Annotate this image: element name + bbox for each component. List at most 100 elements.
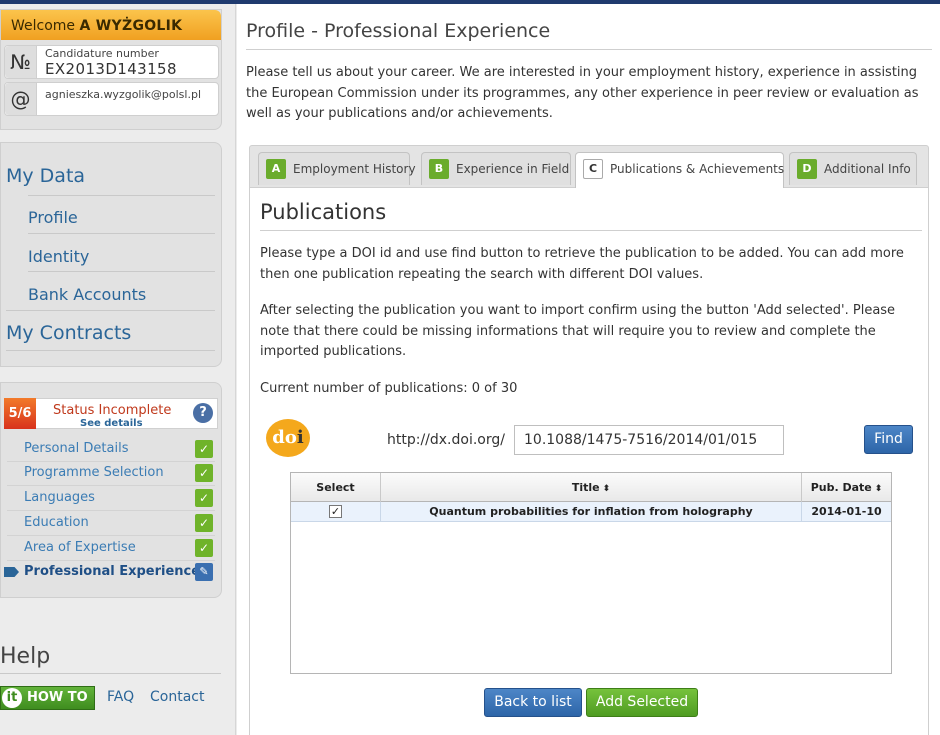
publications-divider — [260, 230, 922, 231]
step-label: Education — [24, 515, 89, 530]
publications-panel: Publications Please type a DOI id and us… — [249, 188, 929, 735]
step-programme-selection[interactable]: Programme Selection ✓ — [4, 461, 218, 485]
column-header-label: Select — [316, 481, 355, 494]
candidature-row: № Candidature number EX2013D143158 — [4, 45, 219, 79]
tabs-bar: A Employment History B Experience in Fie… — [249, 145, 929, 188]
tab-publications-achievements[interactable]: C Publications & Achievements — [575, 152, 784, 188]
publications-grid: Select Title ⬍ Pub. Date ⬍ ✓ Quantum proba… — [290, 472, 892, 674]
nav-divider — [6, 310, 215, 311]
column-header-select: Select — [291, 473, 381, 502]
publication-title-cell: Quantum probabilities for inflation from… — [381, 502, 802, 522]
sidebar: Welcome A WYŻGOLIK № Candidature number … — [0, 4, 236, 735]
publication-date-cell: 2014-01-10 — [811, 505, 882, 518]
column-header-label: Pub. Date — [810, 481, 872, 494]
sort-icon: ⬍ — [602, 484, 611, 494]
user-name: A WYŻGOLIK — [79, 18, 183, 34]
at-icon: @ — [5, 83, 37, 115]
step-area-of-expertise[interactable]: Area of Expertise ✓ — [4, 536, 218, 560]
main-content: Profile - Professional Experience Please… — [237, 4, 940, 735]
nav-divider — [28, 233, 215, 234]
step-label: Professional Experience — [24, 564, 201, 579]
tab-label: Publications & Achievements — [610, 162, 785, 176]
help-title: Help — [0, 644, 51, 669]
column-header-title[interactable]: Title ⬍ — [381, 473, 802, 502]
howto-icon: it — [2, 688, 22, 708]
grid-header: Select Title ⬍ Pub. Date ⬍ — [291, 473, 891, 502]
help-divider — [0, 673, 221, 674]
add-selected-button[interactable]: Add Selected — [586, 688, 698, 717]
email-value: agnieszka.wyzgolik@polsl.pl — [45, 88, 202, 101]
tab-letter-badge: C — [583, 159, 603, 179]
doi-logo-letter: d — [272, 427, 285, 448]
select-checkbox[interactable]: ✓ — [329, 504, 342, 518]
nav-my-contracts[interactable]: My Contracts — [6, 322, 131, 344]
candidature-number: EX2013D143158 — [45, 60, 177, 78]
title-divider — [246, 49, 932, 50]
find-button[interactable]: Find — [864, 425, 913, 454]
tab-letter-badge: D — [797, 159, 817, 179]
current-step-arrow-icon — [4, 567, 19, 577]
nav-item-identity[interactable]: Identity — [28, 247, 89, 266]
doi-logo-icon: doi — [266, 419, 310, 457]
doi-prefix: http://dx.doi.org/ — [387, 432, 505, 448]
check-icon: ✓ — [195, 464, 213, 482]
publications-title: Publications — [260, 200, 387, 224]
check-icon: ✓ — [195, 489, 213, 507]
see-details-link[interactable]: See details — [80, 418, 143, 429]
help-icon[interactable]: ? — [193, 403, 213, 423]
nav-divider — [6, 350, 215, 351]
sort-icon: ⬍ — [874, 484, 883, 494]
table-row[interactable]: ✓ Quantum probabilities for inflation fr… — [291, 502, 891, 522]
tab-letter-badge: A — [266, 159, 286, 179]
main-nav: My Data Profile Identity Bank Accounts M… — [0, 142, 222, 367]
select-cell: ✓ — [291, 502, 381, 522]
faq-link[interactable]: FAQ — [107, 689, 134, 705]
pencil-icon: ✎ — [195, 563, 213, 581]
user-info-box: Welcome A WYŻGOLIK № Candidature number … — [0, 9, 222, 130]
user-id-icon: № — [5, 46, 37, 78]
howto-label: HOW TO — [27, 690, 88, 705]
doi-logo-letter: i — [296, 427, 304, 448]
step-label: Personal Details — [24, 441, 129, 456]
publication-count: Current number of publications: 0 of 30 — [260, 381, 518, 396]
step-label: Languages — [24, 490, 95, 505]
tab-label: Additional Info — [824, 162, 911, 176]
contact-link[interactable]: Contact — [150, 689, 204, 705]
doi-input[interactable] — [514, 425, 784, 455]
step-personal-details[interactable]: Personal Details ✓ — [4, 437, 218, 461]
column-header-pub-date[interactable]: Pub. Date ⬍ — [802, 473, 891, 502]
nav-item-profile[interactable]: Profile — [28, 208, 78, 227]
step-education[interactable]: Education ✓ — [4, 511, 218, 535]
column-header-label: Title — [571, 481, 600, 494]
tab-experience-in-field[interactable]: B Experience in Field — [421, 152, 571, 185]
email-row: @ agnieszka.wyzgolik@polsl.pl — [4, 82, 219, 116]
step-languages[interactable]: Languages ✓ — [4, 486, 218, 510]
doi-logo-letter: o — [284, 427, 297, 448]
candidature-label: Candidature number — [45, 47, 159, 60]
nav-item-bank-accounts[interactable]: Bank Accounts — [28, 285, 146, 304]
intro-text: Please tell us about your career. We are… — [246, 65, 919, 121]
status-text: Status Incomplete — [53, 403, 172, 418]
nav-my-data[interactable]: My Data — [6, 165, 85, 187]
step-label: Programme Selection — [24, 465, 164, 480]
instructions-import: After selecting the publication you want… — [260, 303, 896, 359]
status-box: 5/6 Status Incomplete See details ? Pers… — [0, 382, 222, 598]
step-badge: 5/6 — [4, 398, 36, 429]
nav-divider — [28, 271, 215, 272]
tab-employment-history[interactable]: A Employment History — [258, 152, 416, 185]
check-icon: ✓ — [195, 440, 213, 458]
tab-additional-info[interactable]: D Additional Info — [789, 152, 917, 185]
step-label: Area of Expertise — [24, 540, 136, 555]
howto-button[interactable]: it HOW TO — [0, 686, 95, 710]
tab-label: Employment History — [293, 162, 416, 176]
back-to-list-button[interactable]: Back to list — [484, 688, 582, 717]
instructions-search: Please type a DOI id and use find button… — [260, 246, 904, 282]
page-title: Profile - Professional Experience — [246, 20, 551, 42]
nav-divider — [28, 195, 215, 196]
tab-label: Experience in Field — [456, 162, 570, 176]
status-header: 5/6 Status Incomplete See details ? — [4, 398, 218, 429]
tab-letter-badge: B — [429, 159, 449, 179]
welcome-bar: Welcome A WYŻGOLIK — [1, 10, 221, 40]
welcome-prefix: Welcome — [11, 18, 76, 34]
step-professional-experience[interactable]: Professional Experience ✎ — [4, 560, 218, 584]
